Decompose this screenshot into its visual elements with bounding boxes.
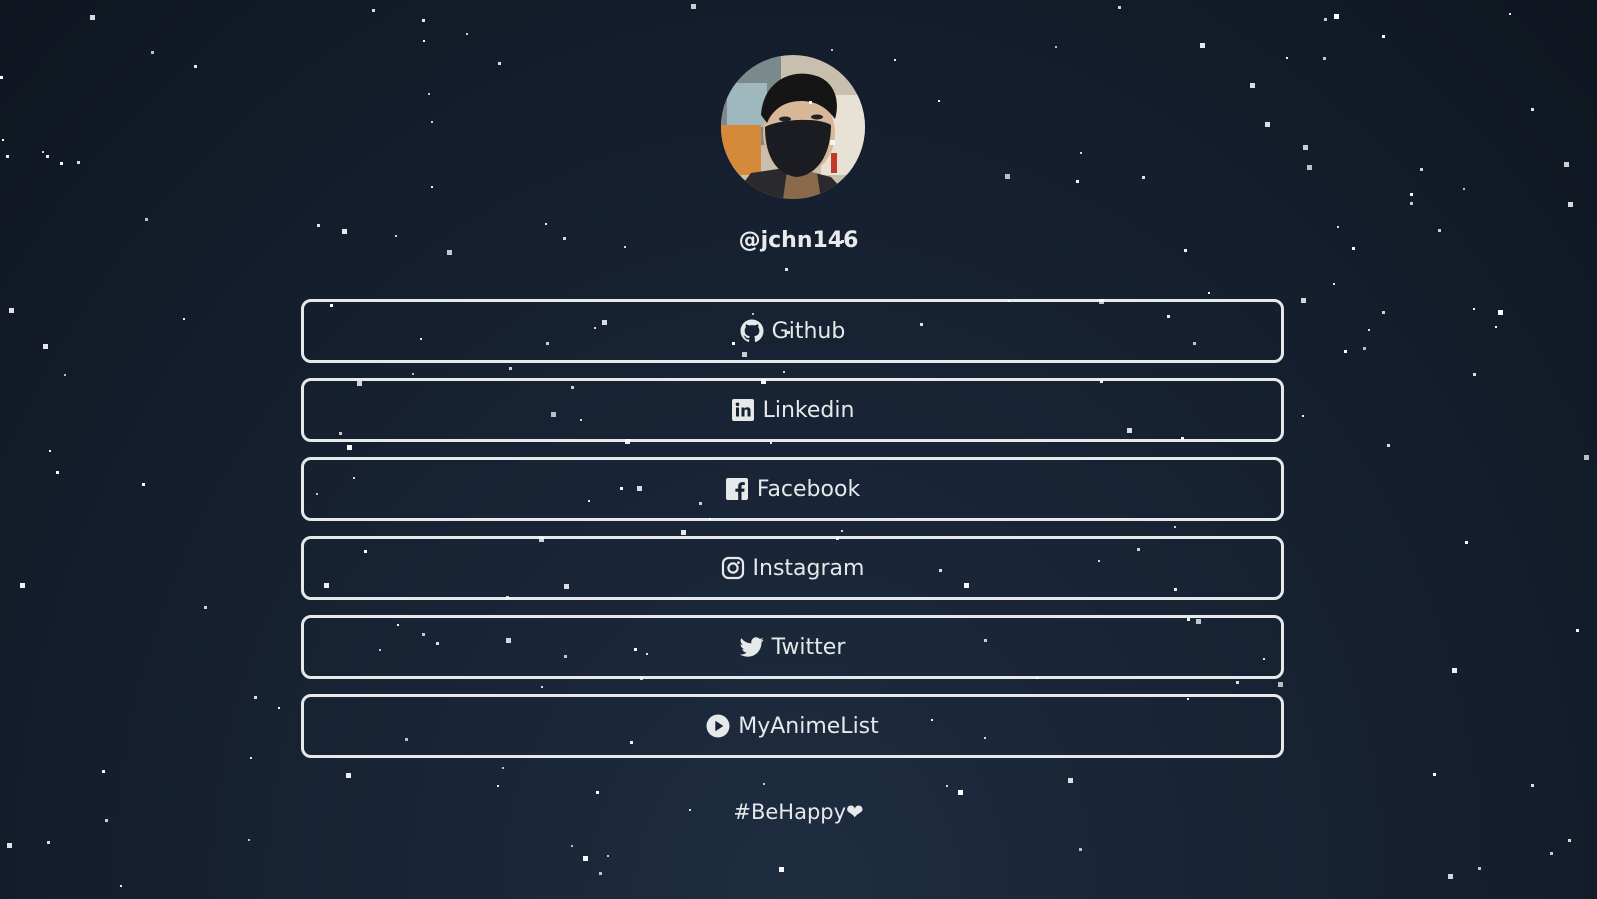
github-link-button[interactable]: Github	[301, 299, 1284, 363]
instagram-icon	[721, 556, 745, 580]
avatar-photo	[721, 55, 865, 199]
myanimelist-link-button[interactable]: MyAnimeList	[301, 694, 1284, 758]
twitter-link-label: Twitter	[771, 634, 846, 660]
linkedin-link-button[interactable]: Linkedin	[301, 378, 1284, 442]
instagram-link-button[interactable]: Instagram	[301, 536, 1284, 600]
linkedin-link-label: Linkedin	[762, 397, 855, 423]
link-page: @jchn146 Github Linkedin Facebook Instag…	[0, 0, 1597, 899]
instagram-link-label: Instagram	[752, 555, 865, 581]
avatar	[721, 55, 865, 199]
play-circle-icon	[706, 714, 730, 738]
github-link-label: Github	[771, 318, 846, 344]
linkedin-icon	[731, 398, 755, 422]
link-list: Github Linkedin Facebook Instagram Twitt	[301, 299, 1284, 773]
twitter-icon	[739, 635, 764, 659]
facebook-icon	[725, 477, 749, 501]
footer-tagline: #BeHappy❤	[733, 800, 864, 824]
facebook-link-button[interactable]: Facebook	[301, 457, 1284, 521]
myanimelist-link-label: MyAnimeList	[738, 713, 879, 739]
facebook-link-label: Facebook	[756, 476, 861, 502]
twitter-link-button[interactable]: Twitter	[301, 615, 1284, 679]
username: @jchn146	[738, 228, 859, 253]
github-icon	[740, 319, 764, 343]
